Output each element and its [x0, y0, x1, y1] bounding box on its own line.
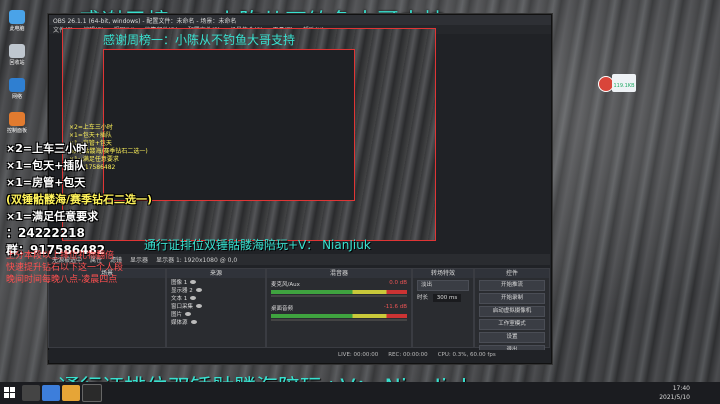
- source-label: 文本 1: [171, 296, 188, 302]
- edge-icon[interactable]: [42, 385, 60, 401]
- source-item[interactable]: 文本 1: [167, 294, 265, 302]
- file-explorer-icon[interactable]: [62, 385, 80, 401]
- volume-slider[interactable]: [271, 319, 407, 321]
- source-label: 媒体源: [171, 320, 188, 326]
- network-speed-widget[interactable]: 119.1KB: [598, 72, 640, 94]
- desktop-icon-network[interactable]: 网络: [2, 78, 32, 106]
- obs-status-bar: LIVE: 00:00:00 REC: 00:00:00 CPU: 0.3%, …: [48, 350, 550, 360]
- cpu-fps: CPU: 0.3%, 60.00 fps: [437, 352, 496, 358]
- sources-dock-header: 来源: [167, 269, 265, 278]
- desktop-icon-label: 控制面板: [6, 128, 27, 134]
- source-item[interactable]: 窗口采集: [167, 302, 265, 310]
- start-button[interactable]: [0, 382, 20, 404]
- overlay-line: ×1=包天+插队: [6, 159, 86, 172]
- mixer-channel-name: 桌面音频: [271, 306, 294, 312]
- start-streaming-button[interactable]: 开始推流: [479, 280, 545, 291]
- mixer-channel-level: 0.0 dB: [389, 280, 407, 286]
- windows-logo-icon: [4, 387, 15, 398]
- desktop-icon-label: 回收站: [9, 60, 25, 66]
- duration-row: 时长 300 ms: [417, 293, 469, 302]
- preview-thanks-banner: 感谢周榜一：小陈从不钓鱼大哥支持: [103, 33, 296, 47]
- obs-title-bar[interactable]: OBS 26.1.1 (64-bit, windows) - 配置文件：未命名 …: [49, 15, 551, 25]
- source-item[interactable]: 媒体源: [167, 318, 265, 326]
- eye-icon[interactable]: [190, 320, 197, 324]
- preview-line: ×2=上车三小时: [69, 124, 113, 131]
- overlay-line: ×2=上车三小时: [6, 142, 88, 155]
- controls-dock-header: 控件: [475, 269, 549, 278]
- source-label: 图片: [171, 312, 183, 318]
- desktop-icon-this-pc[interactable]: 此电脑: [2, 10, 32, 38]
- source-item[interactable]: 图像 1: [167, 278, 265, 286]
- desktop-icon-control-panel[interactable]: 控制面板: [2, 112, 32, 140]
- mixer-channel-name: 麦克风/Aux: [271, 282, 300, 288]
- mixer-dock-header: 混音器: [267, 269, 411, 278]
- volume-slider[interactable]: [271, 295, 407, 297]
- red-note-line: 晚间时间每晚八点-凌晨四点: [6, 275, 118, 285]
- source-label: 显示器 2: [171, 288, 193, 294]
- sources-dock: 来源 图像 1 显示器 2 文本 1 窗口采集 图片 媒体源: [166, 268, 266, 348]
- rec-time: REC: 00:00:00: [388, 352, 428, 358]
- eye-icon[interactable]: [196, 304, 203, 308]
- obs-title: OBS 26.1.1 (64-bit, windows) - 配置文件：未命名 …: [53, 17, 237, 25]
- transition-select[interactable]: 淡出: [417, 280, 469, 291]
- network-icon: [9, 78, 25, 92]
- desktop-icon-recycle-bin[interactable]: 回收站: [2, 44, 32, 72]
- transitions-dock: 转场特效 淡出 时长 300 ms: [412, 268, 474, 348]
- desktop-icon-label: 网络: [11, 94, 22, 100]
- transitions-dock-header: 转场特效: [413, 269, 473, 278]
- recycle-bin-icon: [9, 44, 25, 58]
- start-virtual-camera-button[interactable]: 启动虚拟摄像机: [479, 306, 545, 317]
- live-time: LIVE: 00:00:00: [338, 352, 379, 358]
- duration-label: 时长: [417, 295, 429, 301]
- volume-meter: [271, 290, 407, 294]
- eye-icon[interactable]: [190, 280, 197, 284]
- taskbar-clock[interactable]: 17:40 2021/5/10: [659, 384, 690, 402]
- control-panel-icon: [9, 112, 25, 126]
- settings-button[interactable]: 设置: [479, 332, 545, 343]
- eye-icon[interactable]: [190, 296, 197, 300]
- red-note-line: 上分本段以上排位礼物翻倍: [6, 251, 115, 261]
- mixer-channel-level: -11.6 dB: [383, 304, 407, 310]
- overlay-line: ×1=满足任意要求: [6, 210, 99, 223]
- overlay-red-notes: 上分本段以上排位礼物翻倍 快速提升钻石以下这一个人段 晚间时间每晚八点-凌晨四点: [6, 250, 176, 286]
- source-item[interactable]: 图片: [167, 310, 265, 318]
- source-label: 窗口采集: [171, 304, 194, 310]
- desktop-icon-column: 此电脑 回收站 网络 控制面板: [2, 10, 36, 146]
- overlay-promo-mid: 通行证排位双锤骷髅海陪玩+V： NianJiuk: [144, 238, 371, 252]
- start-recording-button[interactable]: 开始录制: [479, 293, 545, 304]
- computer-icon: [9, 10, 25, 24]
- studio-mode-button[interactable]: 工作室模式: [479, 319, 545, 330]
- network-speed-readout: 119.1KB: [612, 74, 636, 92]
- preview-line: ×1=包天+插队: [69, 132, 112, 139]
- mixer-channel-mic: 麦克风/Aux 0.0 dB: [271, 280, 407, 302]
- eye-icon[interactable]: [195, 288, 202, 292]
- desktop-icon-label: 此电脑: [9, 26, 25, 32]
- clock-date: 2021/5/10: [659, 394, 690, 401]
- overlay-line: ×1=房管+包天: [6, 176, 86, 189]
- obs-taskbar-icon[interactable]: [82, 384, 102, 402]
- taskbar: 17:40 2021/5/10: [0, 382, 720, 404]
- controls-dock: 控件 开始推流 开始录制 启动虚拟摄像机 工作室模式 设置 退出: [474, 268, 550, 356]
- task-view-icon[interactable]: [22, 385, 40, 401]
- duration-input[interactable]: 300 ms: [432, 294, 462, 302]
- clock-time: 17:40: [672, 385, 690, 392]
- audio-mixer-dock: 混音器 麦克风/Aux 0.0 dB 桌面音频 -11.6 dB: [266, 268, 412, 348]
- eye-icon[interactable]: [185, 312, 192, 316]
- volume-meter: [271, 314, 407, 318]
- red-note-line: 快速提升钻石以下这一个人段: [6, 263, 124, 273]
- mixer-channel-desktop: 桌面音频 -11.6 dB: [271, 304, 407, 326]
- overlay-line: (双锤骷髅海/赛季钻石二选一): [6, 193, 153, 206]
- source-item[interactable]: 显示器 2: [167, 286, 265, 294]
